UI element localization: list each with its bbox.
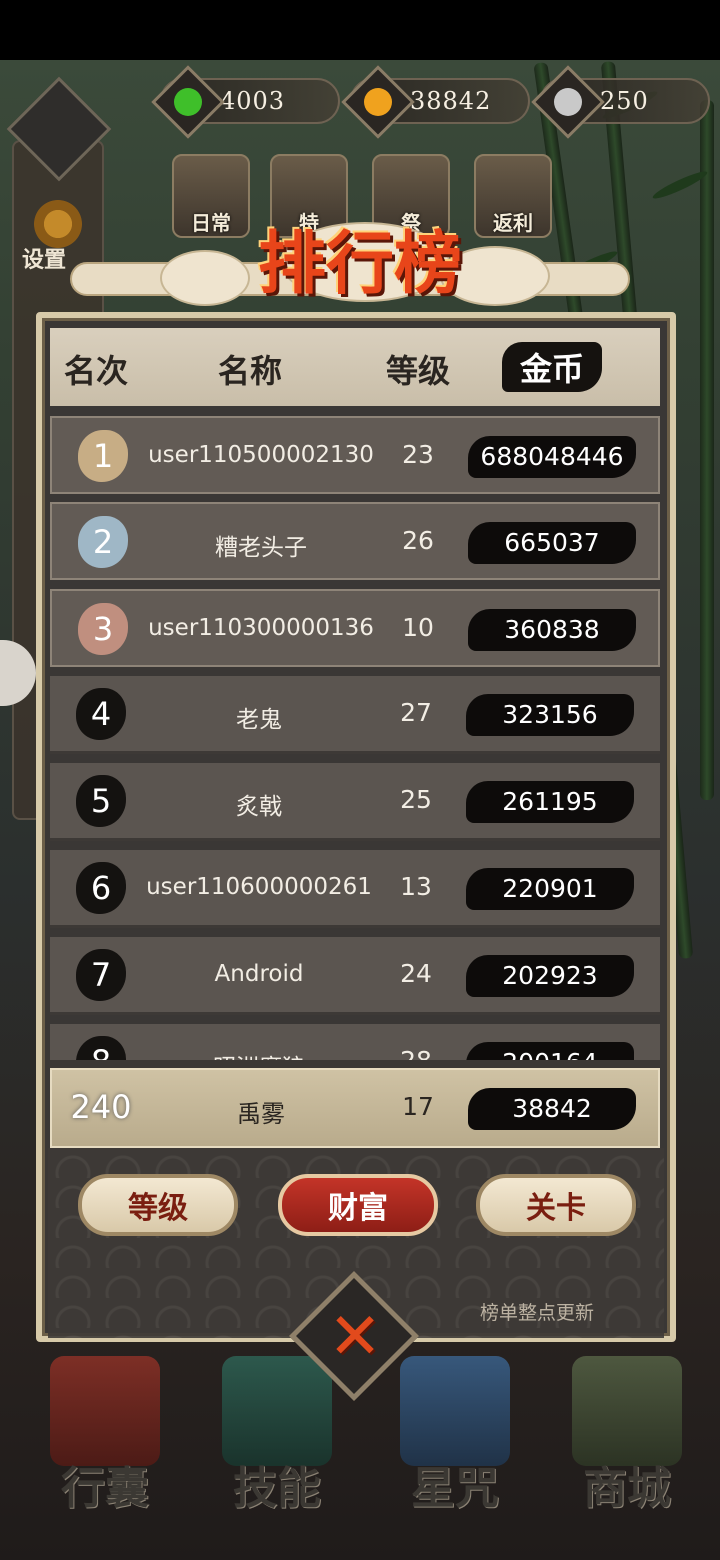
- update-note: 榜单整点更新: [480, 1302, 595, 1324]
- player-name: user110500002130: [148, 442, 374, 468]
- player-name: 炙戟: [236, 794, 282, 820]
- skill-blade-icon: [222, 1356, 332, 1466]
- player-coins: 360838: [468, 609, 636, 651]
- column-level: 等级: [386, 352, 451, 390]
- my-coins: 38842: [468, 1088, 636, 1130]
- table-row[interactable]: 7 Android 24 202923: [50, 937, 660, 1015]
- table-row[interactable]: 4 老鬼 27 323156: [50, 676, 660, 754]
- tab-wealth-button[interactable]: 财富: [278, 1174, 438, 1236]
- table-row[interactable]: 3 user110300000136 10 360838: [50, 589, 660, 667]
- player-level: 10: [402, 613, 434, 642]
- player-coins: 202923: [466, 955, 634, 997]
- my-name: 禹雾: [237, 1100, 285, 1128]
- currency-silver[interactable]: 250: [531, 65, 710, 139]
- player-name: 老鬼: [236, 707, 282, 733]
- rank-badge: 4: [76, 688, 126, 740]
- nav-bag[interactable]: 行囊: [30, 1356, 180, 1516]
- rank-badge: 1: [78, 430, 128, 482]
- table-row[interactable]: 8 昭洲魔狼 28 200164: [50, 1024, 660, 1060]
- my-level: 17: [402, 1092, 434, 1121]
- column-rank: 名次: [64, 352, 129, 390]
- table-row[interactable]: 6 user110600000261 13 220901: [50, 850, 660, 928]
- rank-badge: 7: [76, 949, 126, 1001]
- nav-shop-label: 商城: [583, 1463, 671, 1514]
- table-row[interactable]: 5 炙戟 25 261195: [50, 763, 660, 841]
- currency-gold[interactable]: 38842: [341, 65, 530, 139]
- currency-gold-value: 38842: [410, 87, 492, 115]
- currency-silver-value: 250: [600, 87, 649, 115]
- player-level: 26: [402, 526, 434, 555]
- my-rank: 240: [70, 1088, 132, 1126]
- nav-skills-label: 技能: [233, 1463, 321, 1514]
- pouch-icon: [50, 1356, 160, 1466]
- rank-badge: 2: [78, 516, 128, 568]
- settings-label[interactable]: 设置: [22, 242, 66, 274]
- player-name: user110300000136: [148, 615, 374, 641]
- player-coins: 200164: [466, 1042, 634, 1060]
- nav-spells-label: 星咒: [411, 1463, 499, 1514]
- player-coins: 323156: [466, 694, 634, 736]
- player-level: 13: [400, 872, 432, 901]
- player-name: 昭洲魔狼: [140, 1048, 378, 1060]
- player-level: 28: [390, 1046, 442, 1060]
- tab-stage-button[interactable]: 关卡: [476, 1174, 636, 1236]
- table-row[interactable]: 2 糟老头子 26 665037: [50, 502, 660, 580]
- column-name: 名称: [218, 352, 283, 390]
- player-coins: 688048446: [468, 436, 636, 478]
- player-coins: 220901: [466, 868, 634, 910]
- nav-spells[interactable]: 星咒: [380, 1356, 530, 1516]
- player-name: Android: [214, 961, 304, 987]
- player-coins: 665037: [468, 522, 636, 564]
- page-title: 排行榜: [257, 224, 462, 304]
- rank-badge: 5: [76, 775, 126, 827]
- table-row[interactable]: 1 user110500002130 23 688048446: [50, 416, 660, 494]
- tab-level-button[interactable]: 等级: [78, 1174, 238, 1236]
- column-coins: 金币: [502, 342, 603, 392]
- player-level: 24: [400, 959, 432, 988]
- player-name: user110600000261: [146, 874, 372, 900]
- player-coins: 261195: [466, 781, 634, 823]
- status-bar: [0, 0, 720, 60]
- currency-jade[interactable]: 4003: [151, 65, 340, 139]
- leaderboard-list[interactable]: 1 user110500002130 23 688048446 2 糟老头子 2…: [50, 412, 660, 1060]
- my-rank-row: 240 禹雾 17 38842: [50, 1068, 660, 1148]
- close-icon[interactable]: ✕: [318, 1300, 392, 1374]
- rank-badge: 6: [76, 862, 126, 914]
- nav-bag-label: 行囊: [61, 1463, 149, 1514]
- player-level: 27: [400, 698, 432, 727]
- nav-shop[interactable]: 商城: [552, 1356, 702, 1516]
- rank-badge: 8: [76, 1036, 126, 1060]
- leaderboard-header: 名次 名称 等级 金币: [50, 328, 660, 406]
- player-level: 23: [402, 440, 434, 469]
- rank-badge: 3: [78, 603, 128, 655]
- player-level: 25: [400, 785, 432, 814]
- currency-jade-value: 4003: [220, 87, 286, 115]
- star-scroll-icon: [400, 1356, 510, 1466]
- nav-skills[interactable]: 技能: [202, 1356, 352, 1516]
- shop-icon: [572, 1356, 682, 1466]
- player-name: 糟老头子: [215, 535, 307, 561]
